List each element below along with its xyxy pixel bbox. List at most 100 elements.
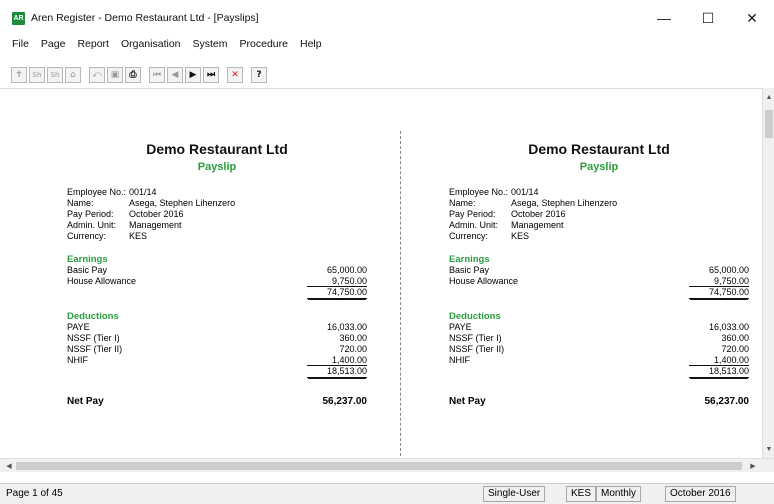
menu-help[interactable]: Help bbox=[294, 38, 328, 54]
currency: KES bbox=[129, 231, 148, 241]
deductions-heading: Deductions bbox=[449, 311, 501, 322]
employee-no-label: Employee No.: bbox=[67, 187, 127, 197]
nssf2-label: NSSF (Tier II) bbox=[449, 344, 505, 354]
paye: 16,033.00 bbox=[708, 322, 749, 332]
employee-no: 001/14 bbox=[511, 187, 539, 197]
name-label: Name: bbox=[67, 198, 94, 208]
deductions-heading: Deductions bbox=[67, 311, 119, 322]
net-pay: 56,237.00 bbox=[322, 396, 368, 407]
nssf2-label: NSSF (Tier II) bbox=[67, 344, 123, 354]
employee-no: 001/14 bbox=[129, 187, 157, 197]
status-period: October 2016 bbox=[665, 486, 736, 502]
employee-name: Asega, Stephen Lihenzero bbox=[129, 198, 236, 208]
payslip-right: Demo Restaurant Ltd Payslip Employee No.… bbox=[449, 141, 749, 407]
vertical-scroll-thumb[interactable] bbox=[765, 110, 773, 138]
scroll-left-icon[interactable]: ◀ bbox=[2, 459, 16, 473]
menu-bar: File Page Report Organisation System Pro… bbox=[0, 38, 328, 54]
report-viewport[interactable]: Demo Restaurant Ltd Payslip Employee No.… bbox=[0, 88, 762, 458]
deductions-total: 18,513.00 bbox=[307, 366, 367, 378]
nhif: 1,400.00 bbox=[307, 355, 367, 366]
horizontal-scrollbar[interactable]: ◀ ▶ bbox=[0, 458, 774, 472]
menu-file[interactable]: File bbox=[6, 38, 35, 54]
paye-label: PAYE bbox=[67, 322, 90, 332]
pay-period-label: Pay Period: bbox=[67, 209, 114, 219]
sh-prev-icon[interactable]: Sh bbox=[29, 67, 45, 83]
page-indicator: Page 1 of 45 bbox=[6, 488, 63, 499]
maximize-button[interactable]: ☐ bbox=[686, 0, 730, 36]
scroll-right-icon[interactable]: ▶ bbox=[746, 459, 760, 473]
menu-page[interactable]: Page bbox=[35, 38, 72, 54]
nssf1-label: NSSF (Tier I) bbox=[449, 333, 502, 343]
employee-name: Asega, Stephen Lihenzero bbox=[511, 198, 618, 208]
list-item: House Allowance 9,750.00 bbox=[67, 276, 367, 287]
company-name: Demo Restaurant Ltd bbox=[528, 141, 670, 157]
pay-period: October 2016 bbox=[129, 209, 184, 219]
gross-total: 74,750.00 bbox=[307, 287, 367, 299]
net-pay-label: Net Pay bbox=[449, 396, 486, 407]
admin-unit-label: Admin. Unit: bbox=[449, 220, 499, 230]
payslip-title: Payslip bbox=[579, 161, 619, 173]
company-name: Demo Restaurant Ltd bbox=[146, 141, 288, 157]
insert-icon[interactable]: ✝ bbox=[11, 67, 27, 83]
print-icon[interactable]: ⎙ bbox=[125, 67, 141, 83]
list-item: NSSF (Tier I) 360.00 bbox=[449, 333, 749, 344]
earnings-heading: Earnings bbox=[67, 254, 108, 265]
status-currency: KES bbox=[566, 486, 597, 502]
list-item: House Allowance 9,750.00 bbox=[449, 276, 749, 287]
admin-unit: Management bbox=[511, 220, 564, 230]
menu-organisation[interactable]: Organisation bbox=[115, 38, 187, 54]
close-window-button[interactable]: ✕ bbox=[730, 0, 774, 36]
admin-unit: Management bbox=[129, 220, 182, 230]
payslip-title: Payslip bbox=[197, 161, 237, 173]
currency-label: Currency: bbox=[449, 231, 489, 241]
vertical-scrollbar[interactable]: ▲ ▼ bbox=[762, 88, 774, 458]
status-bar: Page 1 of 45 Single-User KES Monthly Oct… bbox=[0, 483, 774, 504]
pay-period: October 2016 bbox=[511, 209, 566, 219]
close-icon[interactable]: ✕ bbox=[227, 67, 243, 83]
title-bar: AR Aren Register - Demo Restaurant Ltd -… bbox=[0, 0, 774, 36]
help-icon[interactable]: ? bbox=[251, 67, 267, 83]
nhif: 1,400.00 bbox=[689, 355, 749, 366]
house-allowance-label: House Allowance bbox=[449, 276, 519, 286]
first-record-icon[interactable]: ⏮ bbox=[149, 67, 165, 83]
nssf1: 360.00 bbox=[339, 333, 367, 343]
house-allowance: 9,750.00 bbox=[307, 276, 367, 287]
nhif-label: NHIF bbox=[67, 355, 88, 365]
pay-frequency: Monthly bbox=[596, 486, 642, 502]
last-record-icon[interactable]: ⏭ bbox=[203, 67, 219, 83]
list-item: Basic Pay 65,000.00 bbox=[67, 265, 367, 276]
minimize-button[interactable]: — bbox=[642, 0, 686, 36]
employee-info: Employee No.: 001/14 Name: Asega, Stephen … bbox=[67, 187, 367, 242]
name-label: Name: bbox=[449, 198, 476, 208]
net-pay-label: Net Pay bbox=[67, 396, 104, 407]
list-item: NSSF (Tier I) 360.00 bbox=[67, 333, 367, 344]
scroll-down-icon[interactable]: ▼ bbox=[763, 442, 774, 456]
sh-next-icon[interactable]: Sh bbox=[47, 67, 63, 83]
list-item: PAYE 16,033.00 bbox=[67, 322, 367, 333]
gross-total: 74,750.00 bbox=[689, 287, 749, 299]
next-record-icon[interactable]: ▶ bbox=[185, 67, 201, 83]
horizontal-scroll-thumb[interactable] bbox=[16, 462, 742, 470]
list-item: NSSF (Tier II) 720.00 bbox=[449, 344, 749, 355]
deductions-total: 18,513.00 bbox=[689, 366, 749, 378]
employee-no-label: Employee No.: bbox=[449, 187, 509, 197]
basic-pay-label: Basic Pay bbox=[67, 265, 108, 275]
prev-record-icon[interactable]: ◀ bbox=[167, 67, 183, 83]
net-pay: 56,237.00 bbox=[704, 396, 750, 407]
menu-procedure[interactable]: Procedure bbox=[234, 38, 294, 54]
window-title: Aren Register - Demo Restaurant Ltd - [P… bbox=[31, 12, 259, 24]
nhif-label: NHIF bbox=[449, 355, 470, 365]
user-mode: Single-User bbox=[483, 486, 546, 502]
scroll-up-icon[interactable]: ▲ bbox=[763, 90, 774, 104]
undo-icon[interactable]: ⤺ bbox=[89, 67, 105, 83]
menu-system[interactable]: System bbox=[187, 38, 234, 54]
house-allowance: 9,750.00 bbox=[689, 276, 749, 287]
list-item: NSSF (Tier II) 720.00 bbox=[67, 344, 367, 355]
toolbar: ✝ Sh Sh ⌂ ⤺ ▣ ⎙ ⏮ ◀ ▶ ⏭ ✕ ? bbox=[0, 64, 774, 86]
menu-report[interactable]: Report bbox=[71, 38, 115, 54]
house-allowance-label: House Allowance bbox=[67, 276, 137, 286]
home-icon[interactable]: ⌂ bbox=[65, 67, 81, 83]
nssf1: 360.00 bbox=[721, 333, 749, 343]
basic-pay: 65,000.00 bbox=[326, 265, 367, 275]
save-icon[interactable]: ▣ bbox=[107, 67, 123, 83]
